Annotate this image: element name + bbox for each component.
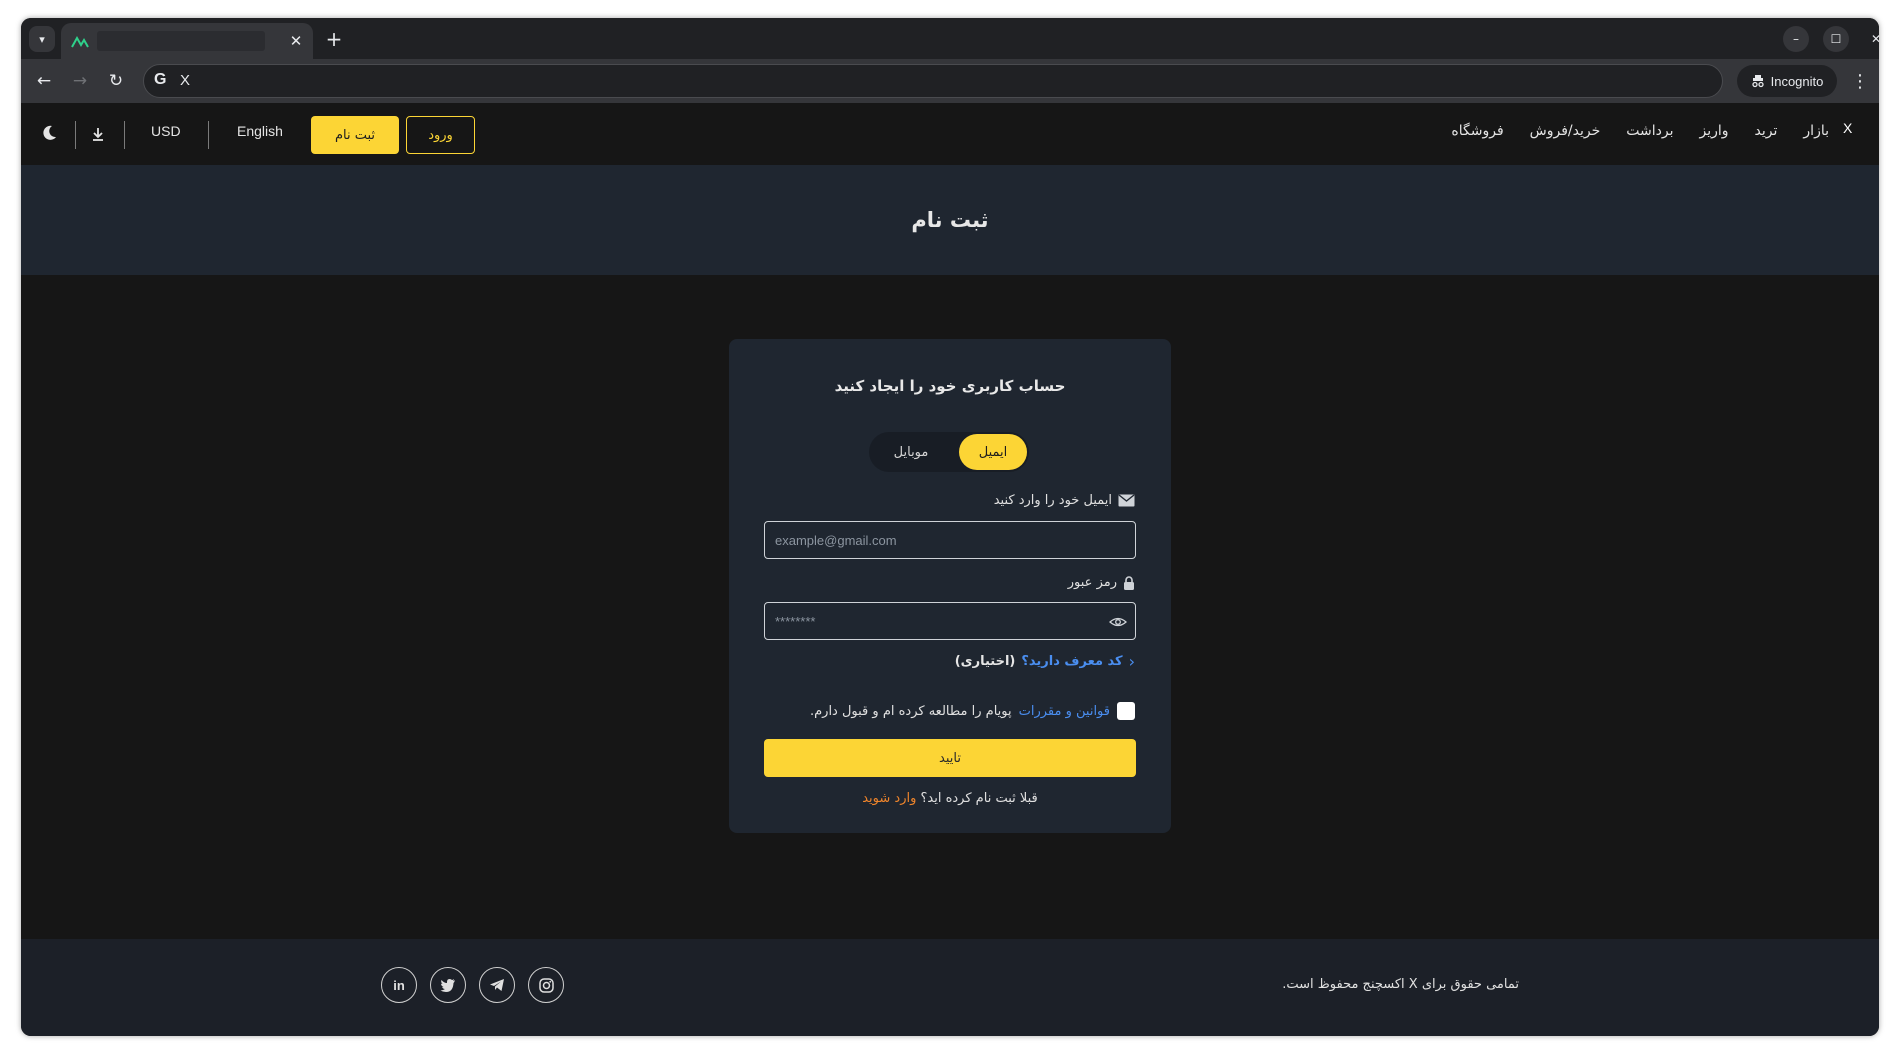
main-nav: بازار ترید واریز برداشت خرید/فروش فروشگا… — [1451, 123, 1829, 139]
browser-tab[interactable]: ✕ — [61, 23, 313, 59]
login-button[interactable]: ورود — [406, 116, 475, 154]
tab-search-button[interactable]: ▾ — [29, 26, 55, 52]
password-label-text: رمز عبور — [1067, 575, 1117, 590]
terms-text: پویام را مطالعه کرده ام و قبول دارم. — [809, 703, 1012, 719]
twitter-icon[interactable] — [430, 967, 466, 1003]
envelope-icon — [1118, 494, 1135, 507]
email-label: ایمیل خود را وارد کنید — [994, 493, 1135, 508]
moon-icon[interactable] — [39, 123, 59, 143]
password-field[interactable] — [764, 602, 1136, 640]
form-title: حساب کاربری خود را ایجاد کنید — [834, 377, 1066, 395]
submit-button[interactable]: تایید — [764, 739, 1136, 777]
incognito-icon — [1751, 75, 1764, 88]
new-tab-button[interactable]: + — [321, 26, 347, 52]
nav-item-deposit[interactable]: واریز — [1700, 123, 1729, 139]
nav-item-market[interactable]: بازار — [1803, 123, 1829, 139]
window-close-button[interactable]: ✕ — [1863, 26, 1879, 52]
nav-item-shop[interactable]: فروشگاه — [1451, 123, 1503, 139]
maximize-button[interactable]: ☐ — [1823, 26, 1849, 52]
forward-icon[interactable]: → — [66, 67, 94, 95]
main-content: حساب کاربری خود را ایجاد کنید ایمیل موبا… — [21, 275, 1879, 939]
telegram-icon[interactable] — [479, 967, 515, 1003]
tab-strip: ▾ ✕ + – ☐ ✕ — [21, 18, 1879, 59]
social-links: in — [381, 967, 564, 1003]
signup-method-toggle: ایمیل موبایل — [869, 432, 1029, 472]
site-header: X بازار ترید واریز برداشت خرید/فروش فروش… — [21, 103, 1879, 165]
language-selector[interactable]: English — [237, 123, 283, 139]
google-icon: G — [154, 71, 167, 88]
nav-item-withdraw[interactable]: برداشت — [1626, 123, 1673, 139]
back-icon[interactable]: ← — [30, 67, 58, 95]
browser-menu-icon[interactable]: ⋮ — [1847, 67, 1873, 95]
linkedin-icon[interactable]: in — [381, 967, 417, 1003]
incognito-indicator[interactable]: Incognito — [1737, 65, 1837, 97]
referral-question[interactable]: کد معرف دارید؟ — [1021, 654, 1122, 669]
page-title: ثبت نام — [911, 208, 989, 232]
tab-email[interactable]: ایمیل — [959, 434, 1027, 470]
page-banner: ثبت نام — [21, 165, 1879, 275]
terms-link[interactable]: قوانین و مقررات — [1019, 704, 1110, 719]
referral-toggle[interactable]: ‹ کد معرف دارید؟ (اختیاری) — [955, 652, 1135, 671]
address-text[interactable]: X — [180, 72, 190, 89]
minimize-button[interactable]: – — [1783, 26, 1809, 52]
tab-title — [97, 31, 265, 51]
password-label: رمز عبور — [1068, 575, 1135, 590]
email-label-text: ایمیل خود را وارد کنید — [993, 493, 1112, 508]
already-text: قبلا ثبت نام کرده اید؟ — [920, 791, 1038, 806]
currency-selector[interactable]: USD — [151, 123, 181, 139]
browser-window: ▾ ✕ + – ☐ ✕ ← → ↻ G X Incognito ⋮ X بازا… — [21, 18, 1879, 1036]
divider — [208, 121, 209, 149]
lock-icon — [1124, 575, 1134, 590]
incognito-label: Incognito — [1770, 73, 1824, 89]
browser-toolbar: ← → ↻ G X Incognito ⋮ — [21, 59, 1879, 103]
instagram-icon[interactable] — [528, 967, 564, 1003]
tab-mobile[interactable]: موبایل — [871, 434, 951, 470]
nav-item-trade[interactable]: ترید — [1755, 123, 1778, 139]
tab-close-icon[interactable]: ✕ — [285, 30, 307, 52]
chevron-down-icon: ▾ — [39, 32, 45, 46]
register-button[interactable]: ثبت نام — [311, 116, 399, 154]
already-registered: قبلا ثبت نام کرده اید؟ وارد شوید — [729, 791, 1171, 806]
brand-logo[interactable]: X — [1843, 120, 1852, 136]
site-footer: تمامی حقوق برای X اکسچنج محفوظ است. in — [21, 939, 1879, 1036]
eye-icon[interactable] — [1109, 613, 1127, 631]
nav-item-buy-sell[interactable]: خرید/فروش — [1530, 123, 1601, 139]
divider — [75, 121, 76, 149]
divider — [124, 121, 125, 149]
register-card: حساب کاربری خود را ایجاد کنید ایمیل موبا… — [729, 339, 1171, 833]
site-favicon-icon — [71, 35, 89, 48]
referral-optional: (اختیاری) — [954, 654, 1016, 669]
email-field[interactable] — [764, 521, 1136, 559]
terms-row: قوانین و مقررات پویام را مطالعه کرده ام … — [810, 702, 1135, 720]
terms-checkbox[interactable] — [1117, 702, 1135, 720]
download-icon[interactable] — [87, 123, 109, 145]
reload-icon[interactable]: ↻ — [102, 67, 130, 95]
copyright-text: تمامی حقوق برای X اکسچنج محفوظ است. — [1282, 977, 1519, 992]
login-link[interactable]: وارد شوید — [862, 791, 916, 806]
password-input[interactable] — [765, 603, 1135, 639]
address-bar[interactable]: G X — [143, 64, 1723, 98]
chevron-left-icon: ‹ — [1128, 652, 1135, 671]
email-input[interactable] — [765, 522, 1135, 558]
